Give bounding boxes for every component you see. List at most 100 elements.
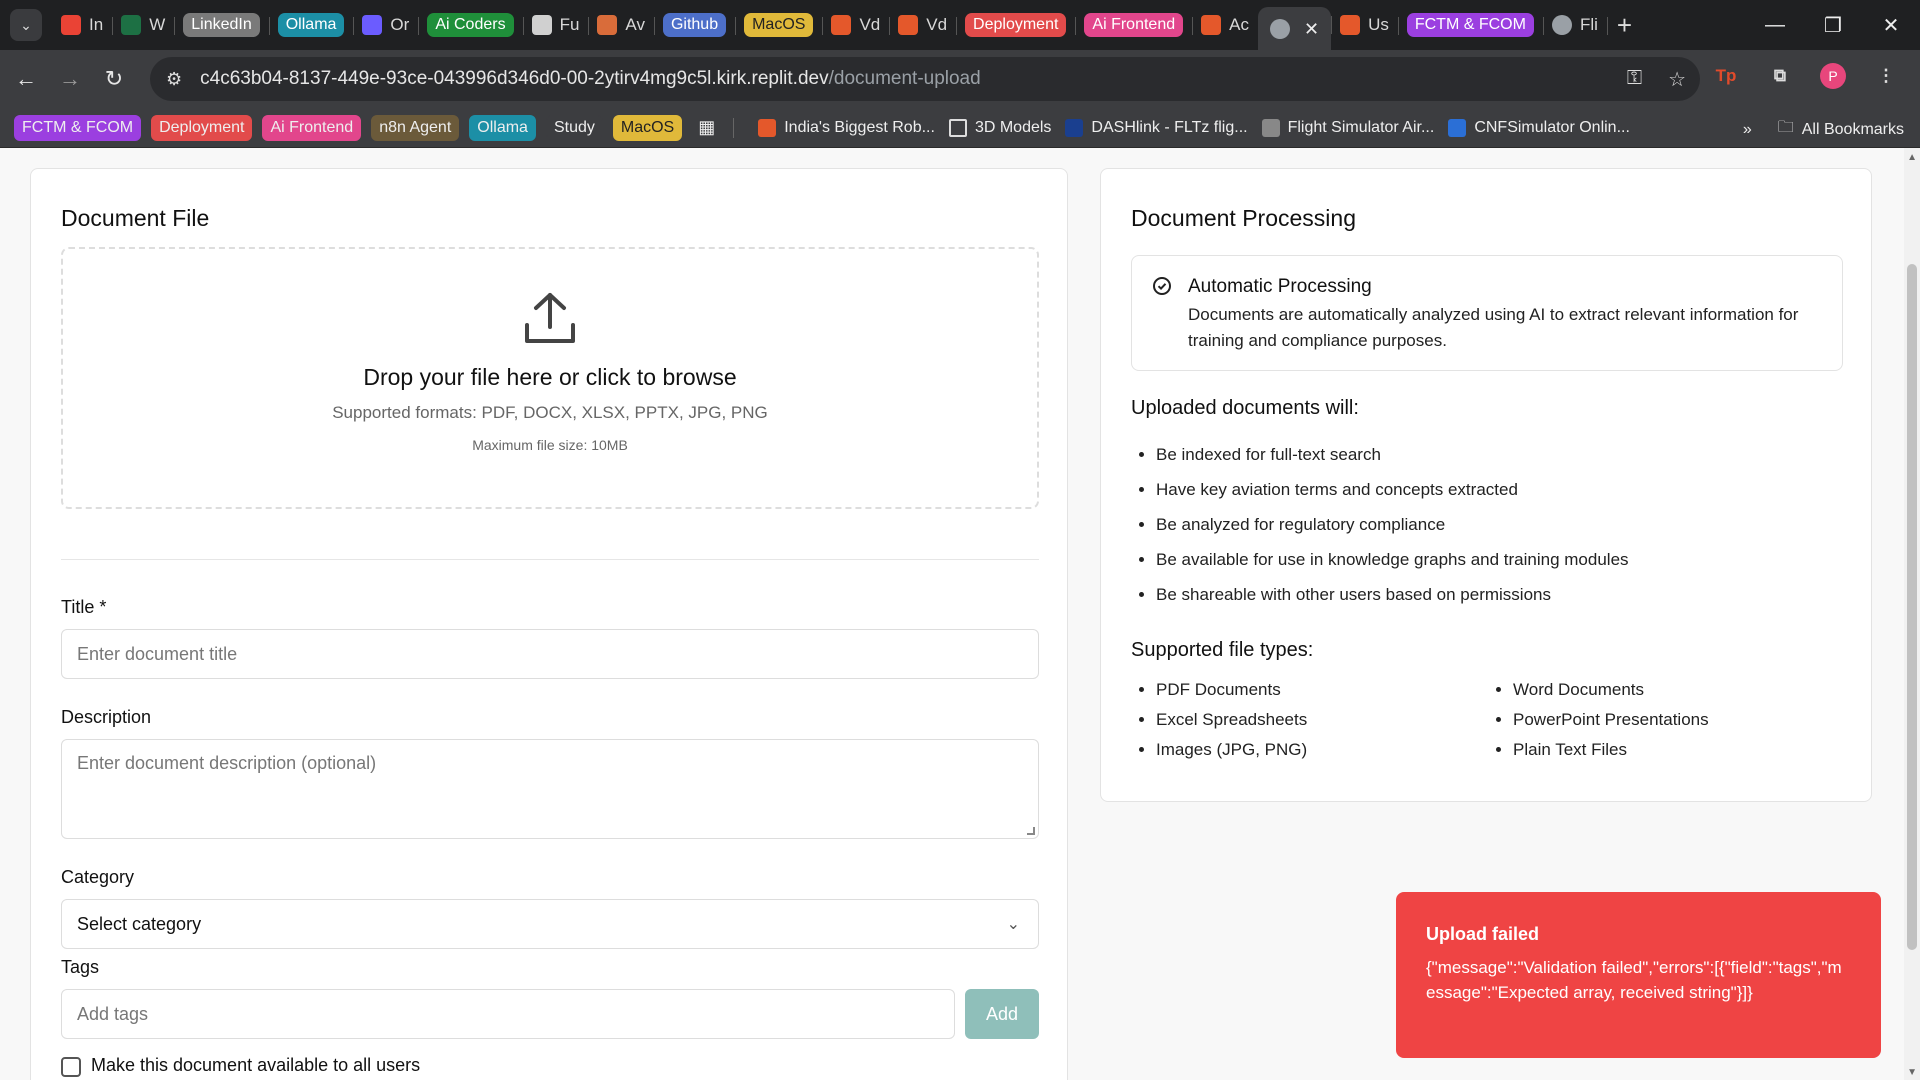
automatic-processing-box: Automatic Processing Documents are autom… bbox=[1131, 255, 1843, 371]
bookmark-pill[interactable]: FCTM & FCOM bbox=[14, 114, 142, 141]
tab-title: Github bbox=[662, 13, 727, 37]
tab-search-icon[interactable]: ⌄ bbox=[10, 9, 42, 41]
error-toast[interactable]: Upload failed {"message":"Validation fai… bbox=[1396, 892, 1881, 1058]
tab-title: Av bbox=[625, 15, 645, 34]
bookmark-link[interactable]: India's Biggest Rob... bbox=[758, 118, 935, 137]
scrollbar-thumb[interactable] bbox=[1907, 264, 1917, 950]
browser-tab[interactable]: Deployment bbox=[956, 8, 1077, 42]
tab-strip: ⌄ In W LinkedIn Ollama Or Ai Coders Fu Av Github… bbox=[0, 0, 1920, 51]
document-file-card: Document File Drop your file here or cli… bbox=[30, 168, 1068, 1080]
reload-icon[interactable]: ↻ bbox=[96, 66, 132, 92]
forward-icon[interactable]: → bbox=[52, 66, 88, 92]
description-label: Description bbox=[61, 707, 152, 727]
new-tab-button[interactable]: + bbox=[1617, 10, 1632, 41]
tp-extension-icon[interactable]: Tp bbox=[1712, 62, 1740, 90]
browser-tab[interactable]: Fli bbox=[1543, 8, 1608, 42]
list-item: Be shareable with other users based on p… bbox=[1156, 577, 1629, 612]
browser-tab[interactable]: Ai Coders bbox=[418, 8, 524, 42]
bookmark-link[interactable]: Flight Simulator Air... bbox=[1261, 118, 1434, 137]
browser-tab[interactable]: Us bbox=[1331, 8, 1399, 42]
add-tag-button[interactable]: Add bbox=[965, 989, 1039, 1039]
uploaded-docs-heading: Uploaded documents will: bbox=[1131, 397, 1359, 419]
scroll-up-icon[interactable]: ▲ bbox=[1907, 152, 1917, 163]
scroll-down-icon[interactable]: ▼ bbox=[1907, 1067, 1917, 1078]
tab-title: Vd bbox=[926, 15, 948, 34]
category-select[interactable]: Select category ⌄ bbox=[61, 899, 1039, 949]
browser-tab[interactable]: Github bbox=[654, 8, 737, 42]
browser-tab[interactable]: Ai Frontend bbox=[1075, 8, 1194, 42]
public-checkbox[interactable] bbox=[61, 1057, 81, 1077]
browser-tab[interactable]: Av bbox=[588, 8, 655, 42]
browser-menu-icon[interactable]: ⋮ bbox=[1872, 62, 1900, 90]
uploaded-docs-list: Be indexed for full-text searchHave key … bbox=[1156, 437, 1629, 612]
dropzone-formats: Supported formats: PDF, DOCX, XLSX, PPTX… bbox=[332, 403, 768, 422]
file-types-list-1: PDF DocumentsExcel SpreadsheetsImages (J… bbox=[1156, 675, 1307, 765]
all-bookmarks-button[interactable]: 🗀 All Bookmarks bbox=[1778, 116, 1904, 143]
tab-title: Fu bbox=[559, 15, 580, 34]
browser-tab[interactable]: W bbox=[112, 8, 176, 42]
restore-icon[interactable]: ❐ bbox=[1804, 13, 1862, 38]
file-types-heading: Supported file types: bbox=[1131, 639, 1314, 661]
bookmark-link[interactable]: 3D Models bbox=[948, 118, 1051, 137]
password-key-icon[interactable]: ⚿ bbox=[1627, 67, 1642, 92]
bookmark-pill[interactable]: Study bbox=[545, 114, 603, 141]
site-favicon-icon bbox=[1065, 118, 1084, 137]
tags-label: Tags bbox=[61, 957, 100, 977]
replit-icon bbox=[1201, 15, 1222, 35]
description-textarea[interactable]: Enter document description (optional) bbox=[61, 739, 1039, 839]
folder-icon: 🗀 bbox=[1777, 119, 1794, 136]
list-item: Be indexed for full-text search bbox=[1156, 437, 1629, 472]
url-input[interactable]: ⚙ c4c63b04-8137-449e-93ce-043996d346d0-0… bbox=[150, 57, 1700, 101]
title-label: Title * bbox=[61, 597, 107, 617]
profile-avatar[interactable]: P bbox=[1820, 63, 1846, 89]
browser-tab[interactable]: Or bbox=[353, 8, 420, 42]
list-item: Images (JPG, PNG) bbox=[1156, 735, 1307, 765]
bookmark-link[interactable]: DASHlink - FLTz flig... bbox=[1065, 118, 1248, 137]
form-divider bbox=[61, 559, 1039, 560]
browser-tab[interactable]: In bbox=[52, 8, 114, 42]
browser-tab[interactable]: Ollama bbox=[269, 8, 355, 42]
globe-icon bbox=[1551, 15, 1572, 35]
file-types-list-2: Word DocumentsPowerPoint PresentationsPl… bbox=[1513, 675, 1709, 765]
folder-icon bbox=[948, 118, 967, 137]
bookmark-star-icon[interactable]: ☆ bbox=[1668, 67, 1686, 92]
back-icon[interactable]: ← bbox=[8, 66, 44, 92]
browser-tab[interactable]: ✕ bbox=[1257, 7, 1333, 51]
file-dropzone[interactable]: Drop your file here or click to browse S… bbox=[61, 247, 1039, 509]
tab-title: Ai Coders bbox=[427, 13, 514, 37]
dropzone-max-size: Maximum file size: 10MB bbox=[472, 437, 628, 453]
more-bookmarks-icon[interactable]: » bbox=[1743, 121, 1752, 139]
bookmark-pill[interactable]: n8n Agent bbox=[371, 114, 460, 141]
browser-tab[interactable]: Vd bbox=[822, 8, 891, 42]
bookmark-pill[interactable]: MacOS bbox=[612, 114, 683, 141]
openrouter-icon bbox=[362, 15, 383, 35]
tags-input[interactable]: Add tags bbox=[61, 989, 955, 1039]
apps-grid-icon[interactable]: ▦ bbox=[698, 117, 715, 138]
browser-tab[interactable]: Fu bbox=[523, 8, 590, 42]
browser-tab[interactable]: MacOS bbox=[735, 8, 824, 42]
tab-title: Ac bbox=[1229, 15, 1249, 34]
tab-title: W bbox=[149, 15, 166, 34]
site-info-icon[interactable]: ⚙ bbox=[166, 69, 182, 90]
bookmark-pill[interactable]: Ollama bbox=[469, 114, 536, 141]
tab-list: In W LinkedIn Ollama Or Ai Coders Fu Av Github Ma… bbox=[52, 0, 1608, 51]
browser-tab[interactable]: LinkedIn bbox=[174, 8, 270, 42]
extensions-puzzle-icon[interactable]: ⧉ bbox=[1766, 62, 1794, 90]
upload-icon bbox=[63, 291, 1037, 350]
toast-title: Upload failed bbox=[1426, 924, 1540, 944]
browser-tab[interactable]: Ac bbox=[1192, 8, 1259, 42]
tab-title: Vd bbox=[859, 15, 881, 34]
title-input[interactable]: Enter document title bbox=[61, 629, 1039, 679]
resize-handle-icon[interactable] bbox=[1027, 827, 1035, 835]
minimize-icon[interactable]: — bbox=[1746, 14, 1804, 37]
browser-tab[interactable]: FCTM & FCOM bbox=[1398, 8, 1544, 42]
bookmark-link[interactable]: CNFSimulator Onlin... bbox=[1448, 118, 1630, 137]
excel-icon bbox=[121, 15, 142, 35]
bookmark-pill[interactable]: Ai Frontend bbox=[262, 114, 362, 141]
close-window-icon[interactable]: ✕ bbox=[1862, 13, 1920, 38]
browser-tab[interactable]: Vd bbox=[889, 8, 958, 42]
close-tab-icon[interactable]: ✕ bbox=[1304, 19, 1319, 40]
tab-title: MacOS bbox=[744, 13, 814, 37]
list-item: Have key aviation terms and concepts ext… bbox=[1156, 472, 1629, 507]
bookmark-pill[interactable]: Deployment bbox=[151, 114, 253, 141]
